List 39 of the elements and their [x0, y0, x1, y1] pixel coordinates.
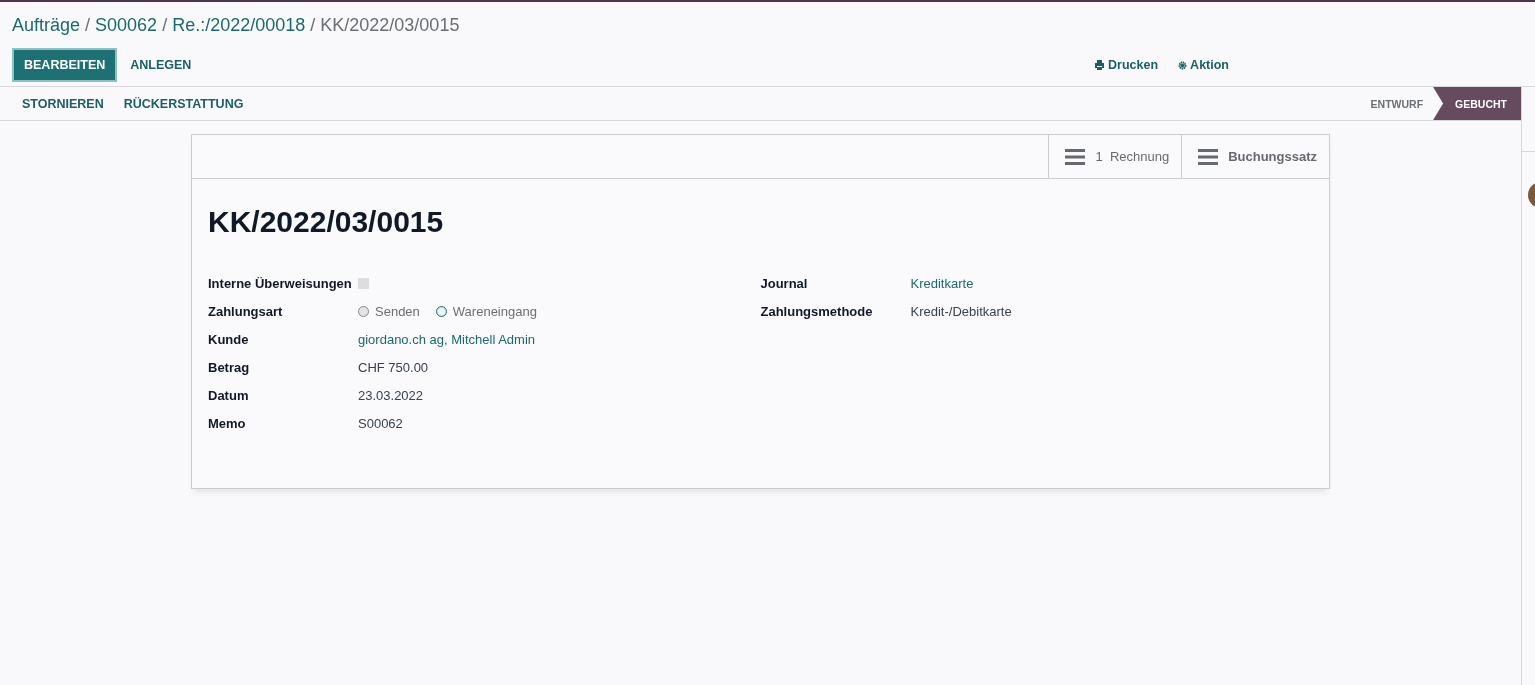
field-label: Interne Überweisungen	[208, 275, 353, 291]
breadcrumb-current: KK/2022/03/0015	[320, 14, 460, 36]
list-icon	[1065, 148, 1086, 165]
field-value: 23.03.2022	[358, 387, 424, 403]
edit-button[interactable]: BEARBEITEN	[12, 48, 118, 82]
breadcrumb-link[interactable]: Aufträge	[12, 14, 81, 36]
field-value: S00062	[358, 415, 403, 431]
smart-button[interactable]: 1 Rechnung	[1048, 135, 1182, 178]
field-label: Zahlungsmethode	[760, 303, 874, 319]
field-label: Datum	[208, 387, 250, 403]
status-stage[interactable]: GEBUCHT	[1433, 87, 1521, 120]
radio-option[interactable]: Wareneingang	[435, 303, 537, 319]
printer-icon	[1094, 60, 1106, 70]
field-link[interactable]: giordano.ch ag, Mitchell Admin	[358, 331, 536, 347]
radio-option[interactable]: Senden	[358, 303, 420, 319]
breadcrumb-separator: /	[310, 14, 316, 36]
field-link[interactable]: Kreditkarte	[910, 275, 974, 291]
smart-button[interactable]: Buchungssatz	[1181, 135, 1329, 178]
field-label: Betrag	[208, 359, 251, 375]
list-icon	[1198, 148, 1219, 165]
print-menu[interactable]: Drucken	[1094, 58, 1159, 72]
status-stage[interactable]: ENTWURF	[1354, 87, 1434, 120]
breadcrumb-link[interactable]: Re.:/2022/00018	[172, 14, 306, 36]
breadcrumb-link[interactable]: S00062	[95, 14, 158, 36]
checkbox[interactable]	[358, 277, 369, 289]
action-menu[interactable]: Aktion	[1178, 58, 1229, 72]
create-button[interactable]: ANLEGEN	[120, 50, 202, 80]
field-value: CHF 750.00	[358, 359, 429, 375]
field-label: Zahlungsart	[208, 303, 284, 319]
header-button[interactable]: RÜCKERSTATTUNG	[113, 96, 254, 111]
field-label: Journal	[760, 275, 809, 291]
breadcrumb-separator: /	[162, 14, 168, 36]
header-button[interactable]: STORNIEREN	[12, 96, 114, 111]
record-title: KK/2022/03/0015	[208, 205, 445, 239]
gear-icon	[1178, 60, 1188, 70]
field-label: Memo	[208, 415, 247, 431]
breadcrumb-separator: /	[85, 14, 91, 36]
field-value: Kredit-/Debitkarte	[910, 303, 1012, 319]
field-label: Kunde	[208, 331, 250, 347]
